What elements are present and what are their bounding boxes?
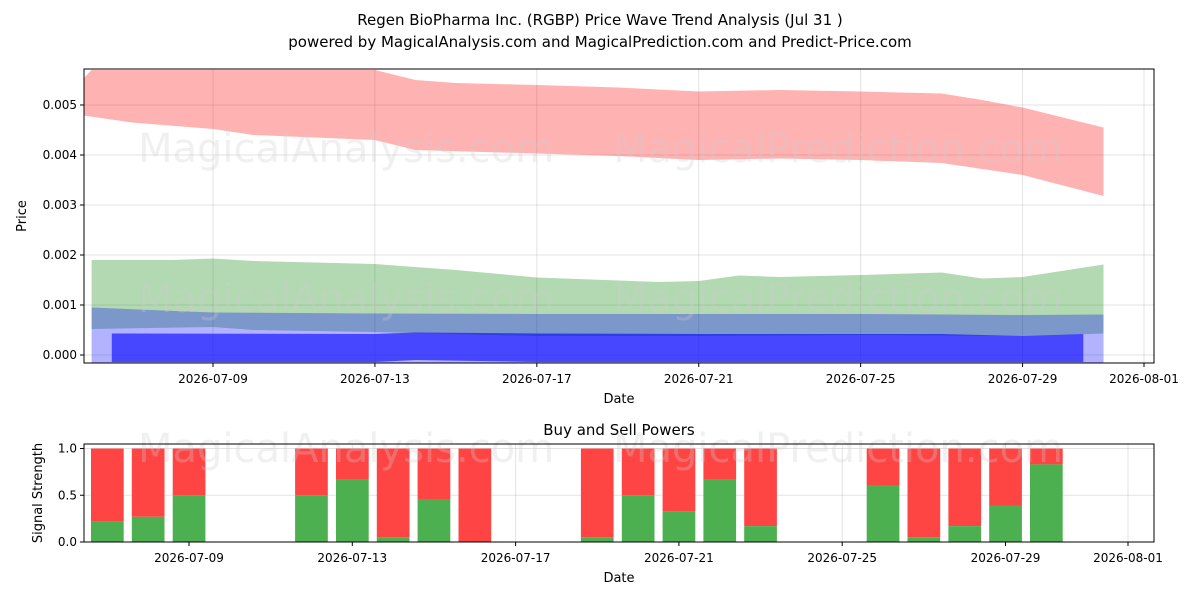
signal-x-tick-label: 2026-07-17: [481, 551, 551, 565]
price-band-3: [111, 332, 1084, 362]
signal-y-axis-label: Signal Strength: [31, 443, 46, 543]
buy-power-bar: [703, 479, 737, 542]
signal-x-tick-label: 2026-07-09: [154, 551, 224, 565]
buy-power-bar: [621, 495, 655, 543]
price-y-tick-label: 0.002: [43, 248, 77, 262]
signal-y-tick-label: 0.0: [58, 535, 77, 549]
buy-power-bar: [866, 485, 900, 542]
watermark-text: MagicalPrediction.com: [613, 426, 1063, 472]
watermark-text: MagicalAnalysis.com: [138, 276, 554, 322]
signal-y-tick-label: 0.5: [58, 488, 77, 502]
signal-x-axis-label: Date: [603, 571, 634, 586]
buy-power-bar: [295, 495, 328, 543]
signal-x-ticks: 2026-07-09 2026-07-13 2026-07-17 2026-07-21…: [154, 542, 1163, 565]
price-x-tick-label: 2026-07-13: [340, 372, 410, 386]
buy-power-bar: [376, 537, 410, 542]
price-y-tick-label: 0.000: [43, 348, 77, 362]
signal-x-tick-label: 2026-08-01: [1093, 551, 1163, 565]
price-x-tick-label: 2026-08-01: [1109, 372, 1179, 386]
signal-y-ticks: 0.0 0.5 1.0: [58, 442, 84, 549]
buy-power-bar: [989, 505, 1022, 542]
price-y-tick-label: 0.004: [43, 148, 77, 162]
buy-power-bar: [907, 537, 941, 542]
buy-power-bar: [172, 495, 206, 543]
chart-title-line1: Regen BioPharma Inc. (RGBP) Price Wave T…: [357, 11, 843, 29]
watermark-text: MagicalPrediction.com: [613, 276, 1063, 322]
watermark-text: MagicalPrediction.com: [613, 126, 1063, 172]
price-y-tick-label: 0.001: [43, 298, 77, 312]
price-x-ticks: 2026-07-09 2026-07-13 2026-07-17 2026-07-21…: [178, 363, 1179, 386]
price-x-tick-label: 2026-07-29: [988, 372, 1058, 386]
price-x-tick-label: 2026-07-09: [178, 372, 248, 386]
signal-x-tick-label: 2026-07-21: [644, 551, 714, 565]
price-y-ticks: 0.000 0.001 0.002 0.003 0.004 0.005: [43, 98, 84, 362]
price-x-tick-label: 2026-07-21: [664, 372, 734, 386]
figure: Regen BioPharma Inc. (RGBP) Price Wave T…: [15, 11, 1179, 586]
buy-power-bar: [336, 479, 369, 542]
signal-y-tick-label: 1.0: [58, 442, 77, 456]
buy-sell-plot: Buy and Sell Powers MagicalAnalysis.com M…: [31, 421, 1163, 586]
buy-power-bar: [580, 537, 614, 542]
price-x-tick-label: 2026-07-25: [826, 372, 896, 386]
signal-x-tick-label: 2026-07-25: [807, 551, 877, 565]
price-y-axis-label: Price: [15, 200, 30, 232]
price-x-axis-label: Date: [603, 392, 634, 407]
buy-power-bar: [948, 526, 982, 542]
sell-power-bar: [580, 448, 614, 538]
price-y-tick-label: 0.003: [43, 198, 77, 212]
buy-power-bar: [131, 516, 165, 542]
buy-power-bar: [91, 521, 124, 542]
signal-x-tick-label: 2026-07-29: [971, 551, 1041, 565]
chart-title-line2: powered by MagicalAnalysis.com and Magic…: [288, 33, 912, 51]
buy-power-bar: [417, 499, 451, 542]
watermark-text: MagicalAnalysis.com: [138, 426, 554, 472]
watermark-text: MagicalAnalysis.com: [138, 126, 554, 172]
sell-power-bar: [91, 448, 124, 522]
price-x-tick-label: 2026-07-17: [502, 372, 572, 386]
buy-power-bar: [744, 526, 777, 542]
price-wave-plot: MagicalAnalysis.com MagicalPrediction.com…: [15, 68, 1179, 407]
buy-power-bar: [1030, 464, 1063, 542]
buy-power-bar: [662, 511, 696, 542]
price-y-tick-label: 0.005: [43, 98, 77, 112]
signal-x-tick-label: 2026-07-13: [317, 551, 387, 565]
